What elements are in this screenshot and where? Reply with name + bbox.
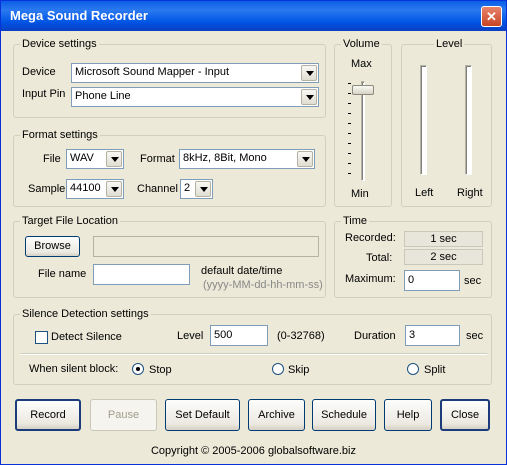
archive-button-label: Archive	[258, 409, 295, 421]
pause-button[interactable]: Pause	[90, 399, 157, 431]
level-meter-right	[465, 65, 472, 175]
set-default-button[interactable]: Set Default	[165, 399, 240, 431]
close-icon: ✕	[486, 9, 497, 24]
set-default-button-label: Set Default	[175, 409, 230, 421]
maximum-label: Maximum:	[345, 273, 396, 285]
split-radio-label[interactable]: Split	[424, 364, 445, 376]
level-left-label: Left	[415, 187, 434, 199]
format-settings-group: Format settings File WAV Format 8kHz, 8B…	[13, 129, 326, 207]
total-value: 2 sec	[404, 249, 483, 265]
duration-value: 3	[409, 329, 416, 341]
silent-block-label: When silent block:	[29, 363, 119, 375]
silence-detection-legend: Silence Detection settings	[20, 308, 151, 320]
maximum-unit: sec	[464, 275, 482, 287]
schedule-button-label: Schedule	[321, 409, 367, 421]
title-bar: Mega Sound Recorder ✕	[1, 1, 506, 31]
format-value: 8kHz, 8Bit, Mono	[183, 152, 267, 164]
silence-level-value: 500	[214, 329, 233, 341]
sample-rate-select[interactable]: 44100	[66, 179, 124, 199]
maximum-value: 0	[408, 274, 415, 286]
input-pin-select[interactable]: Phone Line	[71, 87, 319, 107]
file-name-label: File name	[38, 268, 87, 280]
format-settings-legend: Format settings	[20, 129, 100, 141]
chevron-down-icon[interactable]	[301, 89, 317, 105]
duration-unit: sec	[466, 330, 484, 342]
volume-slider-thumb[interactable]	[352, 85, 374, 95]
detect-silence-label[interactable]: Detect Silence	[51, 331, 122, 343]
input-pin-select-value: Phone Line	[75, 90, 131, 102]
default-datetime-label: default date/time	[201, 265, 283, 277]
volume-group: Volume Max Min	[334, 38, 392, 207]
format-select[interactable]: 8kHz, 8Bit, Mono	[179, 149, 315, 169]
device-settings-legend: Device settings	[20, 38, 99, 50]
channel-select[interactable]: 2	[180, 179, 213, 199]
level-meter-left	[420, 65, 427, 175]
stop-radio-label[interactable]: Stop	[149, 364, 172, 376]
archive-button[interactable]: Archive	[248, 399, 305, 431]
duration-label: Duration	[354, 330, 396, 342]
silence-level-label: Level	[177, 330, 204, 342]
level-right-label: Right	[457, 187, 483, 199]
volume-legend: Volume	[341, 38, 382, 50]
browse-button[interactable]: Browse	[25, 236, 80, 257]
help-button-label: Help	[396, 409, 420, 421]
target-file-legend: Target File Location	[20, 215, 120, 227]
level-group: Level Left Right	[401, 38, 492, 207]
target-file-group: Target File Location Browse File name de…	[13, 215, 326, 298]
window-close-button[interactable]: ✕	[481, 6, 502, 27]
device-select-value: Microsoft Sound Mapper - Input	[75, 66, 230, 78]
skip-radio[interactable]	[272, 363, 284, 375]
sample-rate-value: 44100	[70, 182, 101, 194]
time-legend: Time	[341, 215, 370, 227]
close-button-label: Close	[450, 409, 480, 421]
time-group: Time Recorded: 1 sec Total: 2 sec Maximu…	[334, 215, 492, 298]
chevron-down-icon[interactable]	[297, 151, 313, 167]
channel-value: 2	[184, 182, 191, 194]
sample-label: Sample	[28, 183, 66, 195]
maximum-field[interactable]: 0	[404, 270, 460, 291]
duration-field[interactable]: 3	[405, 325, 460, 346]
browse-button-label: Browse	[34, 240, 71, 252]
record-button[interactable]: Record	[15, 399, 81, 431]
schedule-button[interactable]: Schedule	[312, 399, 376, 431]
volume-min-label: Min	[351, 188, 369, 200]
main-window: Mega Sound Recorder ✕ Device settings De…	[0, 0, 507, 465]
file-type-select[interactable]: WAV	[66, 149, 124, 169]
device-label: Device	[22, 66, 56, 78]
window-title: Mega Sound Recorder	[10, 8, 148, 23]
device-settings-group: Device settings Device Microsoft Sound M…	[13, 38, 326, 118]
total-label: Total:	[366, 252, 393, 264]
file-type-value: WAV	[70, 152, 94, 164]
help-button[interactable]: Help	[384, 399, 432, 431]
pause-button-label: Pause	[107, 409, 140, 421]
volume-slider-track[interactable]	[361, 81, 365, 181]
chevron-down-icon[interactable]	[106, 181, 122, 197]
chevron-down-icon[interactable]	[301, 65, 317, 81]
target-path-field[interactable]	[93, 236, 319, 257]
recorded-value: 1 sec	[404, 231, 483, 247]
silence-level-range: (0-32768)	[277, 330, 325, 342]
stop-radio[interactable]	[132, 363, 144, 375]
copyright-footer: Copyright © 2005-2006 globalsoftware.biz	[150, 445, 356, 457]
format-label: Format	[140, 153, 175, 165]
silence-separator	[20, 353, 487, 355]
recorded-label: Recorded:	[345, 232, 396, 244]
skip-radio-label[interactable]: Skip	[288, 364, 309, 376]
chevron-down-icon[interactable]	[106, 151, 122, 167]
file-label: File	[43, 153, 61, 165]
record-button-label: Record	[30, 409, 66, 421]
chevron-down-icon[interactable]	[195, 181, 211, 197]
close-button[interactable]: Close	[440, 399, 490, 431]
split-radio[interactable]	[407, 363, 419, 375]
level-legend: Level	[434, 38, 465, 50]
device-select[interactable]: Microsoft Sound Mapper - Input	[71, 63, 319, 83]
channel-label: Channel	[137, 183, 178, 195]
file-name-field[interactable]	[93, 264, 190, 285]
volume-max-label: Max	[351, 58, 372, 70]
silence-detection-group: Silence Detection settings Detect Silenc…	[13, 308, 492, 385]
silence-level-field[interactable]: 500	[210, 325, 268, 346]
detect-silence-checkbox[interactable]	[35, 331, 48, 344]
default-datetime-format: (yyyy-MM-dd-hh-mm-ss)	[203, 279, 323, 291]
input-pin-label: Input Pin	[22, 88, 66, 100]
